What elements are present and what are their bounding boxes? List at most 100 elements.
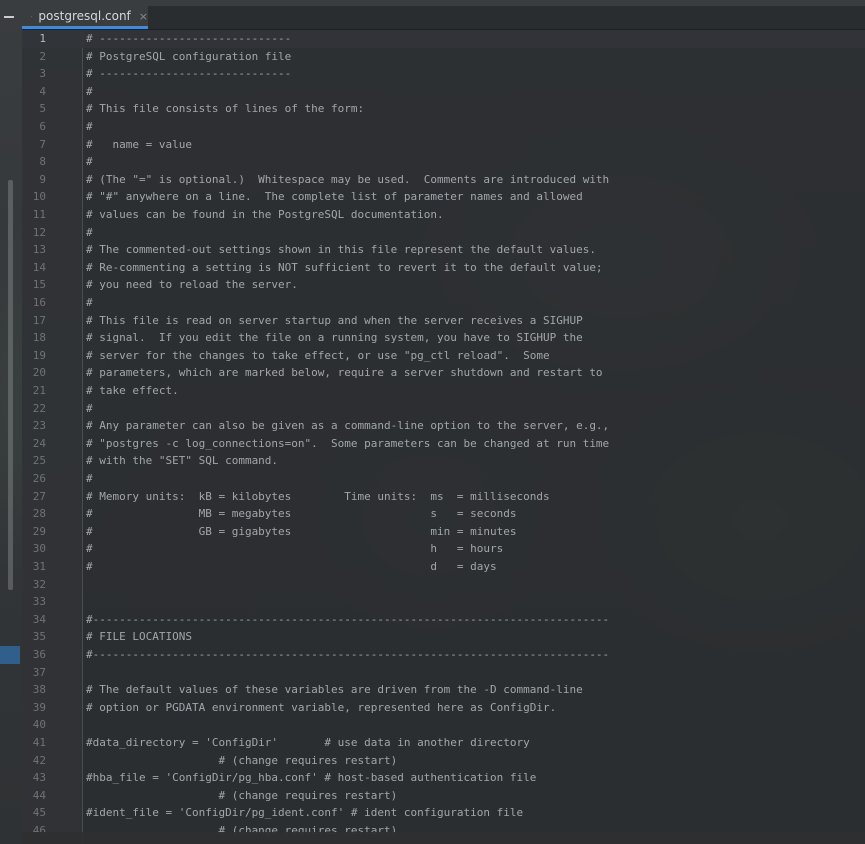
line-number: 27 xyxy=(32,489,46,503)
code-line[interactable]: 44 # (change requires restart) xyxy=(22,787,865,805)
line-number: 21 xyxy=(32,384,46,397)
line-number: 32 xyxy=(32,577,46,591)
code-text: # (change requires restart) xyxy=(86,788,398,802)
code-line[interactable]: 20 # parameters, which are marked below, … xyxy=(22,364,865,382)
line-number: 10 xyxy=(32,190,46,204)
line-number: 16 xyxy=(32,296,46,309)
code-line[interactable]: 25 # with the "SET" SQL command. xyxy=(22,452,865,470)
code-line[interactable]: 11 # values can be found in the PostgreSQ… xyxy=(22,206,865,224)
code-line[interactable]: 8 # xyxy=(22,153,865,171)
code-text: # xyxy=(86,401,93,415)
line-number: 13 xyxy=(32,243,46,257)
code-text: # (The "=" is optional.) Whitespace may … xyxy=(86,172,610,186)
code-line[interactable]: 19 # server for the changes to take effec… xyxy=(22,347,865,365)
line-number: 8 xyxy=(39,155,46,169)
code-line[interactable]: 22 # xyxy=(22,400,865,418)
line-number: 38 xyxy=(32,683,46,697)
code-line[interactable]: 39 # option or PGDATA environment variabl… xyxy=(22,699,865,717)
code-text: # xyxy=(86,296,93,309)
line-number: 35 xyxy=(32,630,46,644)
code-text: # Re-commenting a setting is NOT suffici… xyxy=(86,260,603,274)
code-line[interactable]: 21 # take effect. xyxy=(22,382,865,400)
tab-postgresql-conf[interactable]: postgresql.conf × xyxy=(22,6,148,29)
code-line[interactable]: 15 # you need to reload the server. xyxy=(22,276,865,294)
code-text: # xyxy=(86,120,93,133)
code-editor[interactable]: 1 # ----------------------------- 2 # Postg… xyxy=(22,30,865,844)
code-line[interactable]: 4 # xyxy=(22,83,865,101)
line-number: 30 xyxy=(32,542,46,556)
code-text: # name = value xyxy=(86,137,192,151)
line-number: 18 xyxy=(32,331,46,345)
line-number: 19 xyxy=(32,348,46,362)
line-number: 23 xyxy=(32,419,46,433)
code-text: # ----------------------------- xyxy=(86,32,292,45)
code-line[interactable]: 34 #-------------------------------------… xyxy=(22,611,865,629)
line-number: 36 xyxy=(32,648,46,661)
code-text: # parameters, which are marked below, re… xyxy=(86,366,603,380)
close-tab-icon[interactable]: × xyxy=(139,10,148,23)
code-line[interactable]: 33 xyxy=(22,593,865,611)
line-number: 14 xyxy=(32,260,46,274)
code-line[interactable]: 32 xyxy=(22,576,865,594)
line-number: 39 xyxy=(32,700,46,714)
code-line[interactable]: 42 # (change requires restart) xyxy=(22,752,865,770)
code-line[interactable]: 35 # FILE LOCATIONS xyxy=(22,628,865,646)
line-number: 2 xyxy=(39,49,46,63)
code-line[interactable]: 31 # d = days xyxy=(22,558,865,576)
code-line[interactable]: 1 # ----------------------------- xyxy=(22,30,865,48)
code-line[interactable]: 9 # (The "=" is optional.) Whitespace may… xyxy=(22,171,865,189)
code-line[interactable]: 45 #ident_file = 'ConfigDir/pg_ident.conf… xyxy=(22,804,865,822)
minus-icon xyxy=(4,16,14,18)
code-text: # xyxy=(86,84,93,98)
side-panel-scroll-strip[interactable] xyxy=(8,180,13,590)
code-line[interactable]: 17 # This file is read on server startup … xyxy=(22,312,865,330)
line-number: 26 xyxy=(32,472,46,485)
code-text: # xyxy=(86,472,93,485)
code-text: # Any parameter can also be given as a c… xyxy=(86,419,610,433)
code-line[interactable]: 16 # xyxy=(22,294,865,312)
code-text: # The default values of these variables … xyxy=(86,683,583,697)
code-text: # signal. If you edit the file on a runn… xyxy=(86,331,583,345)
line-number: 20 xyxy=(32,366,46,380)
line-number: 11 xyxy=(32,208,46,221)
code-line[interactable]: 10 # "#" anywhere on a line. The complete… xyxy=(22,188,865,206)
code-line[interactable]: 18 # signal. If you edit the file on a ru… xyxy=(22,329,865,347)
code-line[interactable]: 2 # PostgreSQL configuration file xyxy=(22,48,865,66)
code-line[interactable]: 3 # ----------------------------- xyxy=(22,65,865,83)
code-line[interactable]: 7 # name = value xyxy=(22,136,865,154)
code-line[interactable]: 30 # h = hours xyxy=(22,540,865,558)
code-line[interactable]: 40 xyxy=(22,716,865,734)
line-number: 7 xyxy=(39,137,46,151)
code-line[interactable]: 27 # Memory units: kB = kilobytes Time un… xyxy=(22,488,865,506)
code-line[interactable]: 36 #-------------------------------------… xyxy=(22,646,865,664)
code-line[interactable]: 12 # xyxy=(22,224,865,242)
code-line[interactable]: 24 # "postgres -c log_connections=on". So… xyxy=(22,435,865,453)
line-number: 3 xyxy=(39,67,46,81)
code-line[interactable]: 38 # The default values of these variable… xyxy=(22,681,865,699)
code-line[interactable]: 26 # xyxy=(22,470,865,488)
code-text: # GB = gigabytes min = minutes xyxy=(86,524,517,538)
code-line[interactable]: 41 #data_directory = 'ConfigDir' # use da… xyxy=(22,734,865,752)
code-line[interactable]: 37 xyxy=(22,664,865,682)
line-number: 15 xyxy=(32,278,46,292)
code-line[interactable]: 5 # This file consists of lines of the fo… xyxy=(22,100,865,118)
code-line[interactable]: 29 # GB = gigabytes min = minutes xyxy=(22,523,865,541)
line-number: 25 xyxy=(32,454,46,468)
code-line[interactable]: 14 # Re-commenting a setting is NOT suffi… xyxy=(22,259,865,277)
code-text: # Memory units: kB = kilobytes Time unit… xyxy=(86,489,550,503)
line-number: 45 xyxy=(32,806,46,820)
horizontal-scrollbar[interactable] xyxy=(22,832,865,844)
code-line[interactable]: 13 # The commented-out settings shown in … xyxy=(22,241,865,259)
line-number: 40 xyxy=(32,718,46,732)
collapse-panel-button[interactable] xyxy=(0,6,18,28)
code-line[interactable]: 28 # MB = megabytes s = seconds xyxy=(22,505,865,523)
line-number: 34 xyxy=(32,612,46,626)
code-line[interactable]: 43 #hba_file = 'ConfigDir/pg_hba.conf' # … xyxy=(22,769,865,787)
code-line[interactable]: 23 # Any parameter can also be given as a… xyxy=(22,417,865,435)
code-line[interactable]: 6 # xyxy=(22,118,865,136)
code-text: # option or PGDATA environment variable,… xyxy=(86,700,557,714)
code-text: # server for the changes to take effect,… xyxy=(86,348,550,362)
line-number: 31 xyxy=(32,560,46,573)
line-number: 6 xyxy=(39,120,46,133)
code-text: #ident_file = 'ConfigDir/pg_ident.conf' … xyxy=(86,806,524,820)
